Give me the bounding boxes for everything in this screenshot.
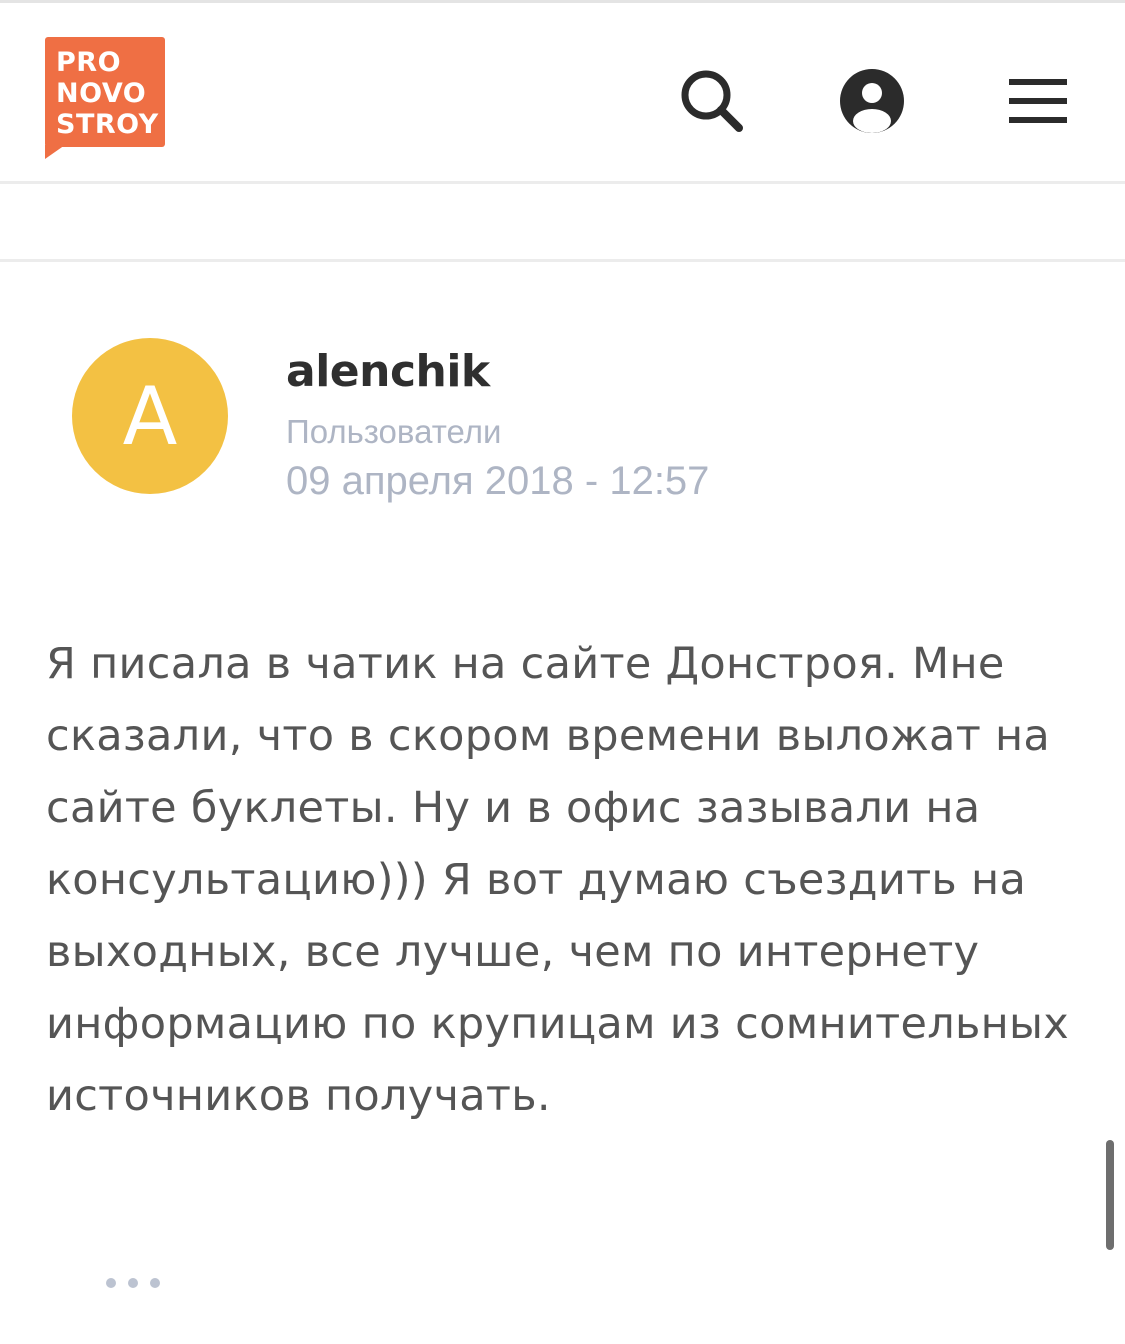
page: PRO NOVO STROY A alenchik Пользователи 0… — [0, 0, 1125, 1344]
menu-icon — [1009, 79, 1067, 123]
site-header: PRO NOVO STROY — [0, 3, 1125, 181]
site-logo[interactable]: PRO NOVO STROY — [45, 37, 165, 161]
post-body: Я писала в чатик на сайте Донстроя. Мне … — [46, 628, 1086, 1132]
more-options-button[interactable] — [106, 1278, 160, 1288]
header-divider — [0, 181, 1125, 184]
post-body-line: сайте буклеты. Ну и в офис зазывали на — [46, 783, 981, 833]
user-icon — [840, 69, 904, 133]
menu-button[interactable] — [1000, 63, 1076, 139]
logo-line-1: PRO — [56, 47, 122, 78]
post-body-line: Я писала в чатик на сайте Донстроя. Мне — [46, 639, 1005, 689]
scrollbar[interactable] — [1106, 1140, 1114, 1250]
logo-line-2: NOVO — [56, 78, 147, 109]
post-body-line: выходных, все лучше, чем по интернету — [46, 927, 980, 977]
post-date: 09 апреля 2018 - 12:57 — [286, 459, 710, 503]
search-icon — [681, 70, 743, 132]
avatar[interactable]: A — [72, 338, 228, 494]
search-button[interactable] — [672, 63, 752, 139]
dot-icon — [128, 1278, 138, 1288]
dot-icon — [106, 1278, 116, 1288]
logo-tail — [45, 145, 65, 159]
dot-icon — [150, 1278, 160, 1288]
post-author-group: Пользователи — [286, 413, 502, 450]
post-body-line: информацию по крупицам из сомнительных — [46, 999, 1070, 1049]
post-author-name[interactable]: alenchik — [286, 346, 490, 397]
account-button[interactable] — [834, 63, 910, 139]
post-body-line: сказали, что в скором времени выложат на — [46, 711, 1051, 761]
logo-line-3: STROY — [56, 109, 159, 140]
logo-box: PRO NOVO STROY — [45, 37, 165, 147]
section-divider — [0, 259, 1125, 262]
post-body-line: источников получать. — [46, 1071, 551, 1121]
post-body-line: консультацию))) Я вот думаю съездить на — [46, 855, 1027, 905]
